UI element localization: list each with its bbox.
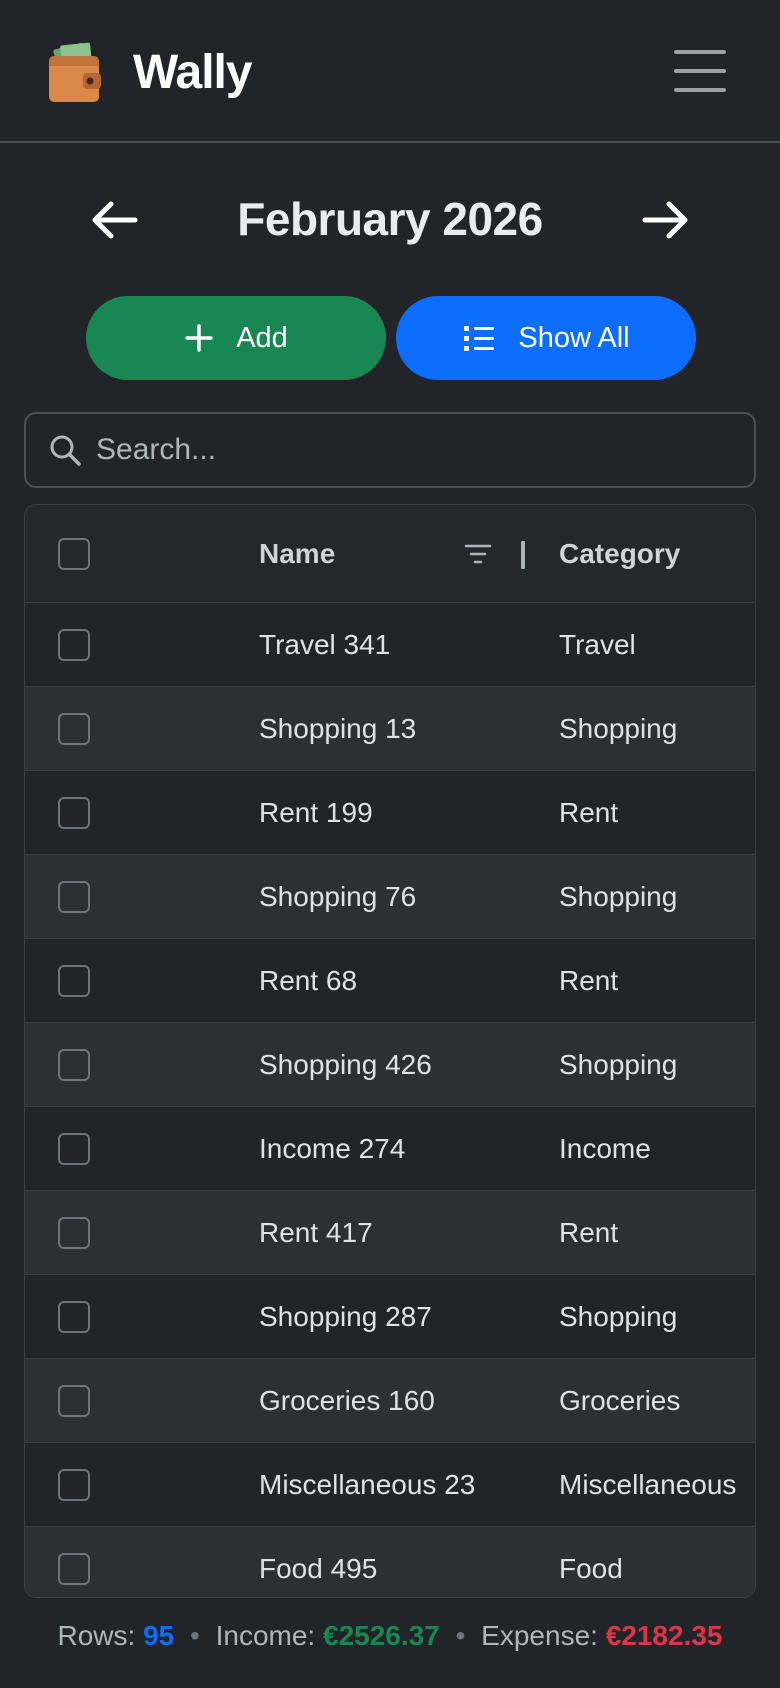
cell-category: Rent bbox=[559, 965, 619, 996]
search-icon bbox=[50, 435, 81, 466]
expense-total: €2182.35 bbox=[605, 1620, 723, 1651]
cell-category: Shopping bbox=[559, 1301, 678, 1332]
income-label: Income: bbox=[215, 1620, 316, 1651]
cell-category: Groceries bbox=[559, 1385, 681, 1416]
column-resize-handle[interactable] bbox=[521, 541, 525, 569]
row-checkbox[interactable] bbox=[58, 1385, 90, 1417]
table-row[interactable]: Food 495 Food bbox=[25, 1527, 755, 1597]
row-checkbox[interactable] bbox=[58, 629, 90, 661]
expense-label: Expense: bbox=[481, 1620, 598, 1651]
app-title: Wally bbox=[133, 45, 253, 99]
show-all-button-label: Show All bbox=[518, 321, 630, 354]
cell-category: Food bbox=[559, 1553, 623, 1584]
cell-name: Shopping 287 bbox=[259, 1301, 432, 1332]
cell-category: Miscellaneous bbox=[559, 1469, 737, 1500]
row-checkbox[interactable] bbox=[58, 1469, 90, 1501]
transactions-table: Name Category Travel 341 Travel Shopping 1… bbox=[24, 504, 756, 1598]
arrow-left-icon bbox=[92, 201, 138, 239]
row-checkbox[interactable] bbox=[58, 1553, 90, 1585]
table-row[interactable]: Shopping 426 Shopping bbox=[25, 1023, 755, 1107]
row-checkbox[interactable] bbox=[58, 1301, 90, 1333]
table-row[interactable]: Groceries 160 Groceries bbox=[25, 1359, 755, 1443]
cell-name: Rent 417 bbox=[259, 1217, 373, 1248]
navbar: Wally bbox=[0, 0, 780, 143]
search-box bbox=[24, 412, 756, 488]
next-month-button[interactable] bbox=[636, 190, 696, 250]
wallet-icon bbox=[49, 42, 101, 102]
rows-count: 95 bbox=[143, 1620, 175, 1651]
table-header-row: Name Category bbox=[25, 505, 755, 603]
previous-month-button[interactable] bbox=[84, 190, 144, 250]
month-title: February 2026 bbox=[237, 193, 543, 245]
cell-category: Shopping bbox=[559, 881, 678, 912]
select-all-checkbox[interactable] bbox=[58, 538, 90, 570]
table-row[interactable]: Travel 341 Travel bbox=[25, 603, 755, 687]
column-header-category[interactable]: Category bbox=[559, 538, 680, 570]
cell-name: Shopping 76 bbox=[259, 881, 417, 912]
row-checkbox[interactable] bbox=[58, 1049, 90, 1081]
row-checkbox[interactable] bbox=[58, 965, 90, 997]
add-button-label: Add bbox=[236, 321, 288, 354]
plus-icon bbox=[185, 324, 213, 352]
cell-category: Travel bbox=[559, 629, 636, 660]
cell-name: Groceries 160 bbox=[259, 1385, 435, 1416]
cell-category: Rent bbox=[559, 797, 619, 828]
search-input[interactable] bbox=[96, 420, 754, 480]
cell-name: Rent 199 bbox=[259, 797, 373, 828]
table-row[interactable]: Rent 199 Rent bbox=[25, 771, 755, 855]
table-row[interactable]: Income 274 Income bbox=[25, 1107, 755, 1191]
brand[interactable]: Wally bbox=[45, 40, 253, 104]
column-header-name[interactable]: Name bbox=[259, 538, 335, 570]
separator: • bbox=[190, 1620, 200, 1651]
cell-category: Income bbox=[559, 1133, 651, 1164]
cell-name: Rent 68 bbox=[259, 965, 358, 996]
row-checkbox[interactable] bbox=[58, 713, 90, 745]
summary-footer: Rows: 95 • Income: €2526.37 • Expense: €… bbox=[0, 1620, 780, 1652]
month-navigation: February 2026 bbox=[0, 180, 780, 260]
show-all-button[interactable]: Show All bbox=[396, 296, 696, 380]
cell-name: Travel 341 bbox=[259, 629, 391, 660]
list-icon bbox=[464, 326, 495, 351]
rows-label: Rows: bbox=[57, 1620, 136, 1651]
cell-name: Miscellaneous 23 bbox=[259, 1469, 476, 1500]
add-button[interactable]: Add bbox=[86, 296, 386, 380]
row-checkbox[interactable] bbox=[58, 797, 90, 829]
filter-icon[interactable] bbox=[463, 539, 493, 569]
cell-category: Rent bbox=[559, 1217, 619, 1248]
income-total: €2526.37 bbox=[323, 1620, 440, 1651]
table-row[interactable]: Shopping 76 Shopping bbox=[25, 855, 755, 939]
table-row[interactable]: Rent 68 Rent bbox=[25, 939, 755, 1023]
table-row[interactable]: Shopping 13 Shopping bbox=[25, 687, 755, 771]
separator: • bbox=[455, 1620, 466, 1651]
row-checkbox[interactable] bbox=[58, 1217, 90, 1249]
cell-name: Shopping 13 bbox=[259, 713, 417, 744]
arrow-right-icon bbox=[642, 201, 688, 239]
cell-name: Income 274 bbox=[259, 1133, 406, 1164]
menu-toggle-button[interactable] bbox=[674, 50, 726, 92]
cell-name: Shopping 426 bbox=[259, 1049, 432, 1080]
cell-name: Food 495 bbox=[259, 1553, 378, 1584]
table-row[interactable]: Shopping 287 Shopping bbox=[25, 1275, 755, 1359]
table-row[interactable]: Rent 417 Rent bbox=[25, 1191, 755, 1275]
row-checkbox[interactable] bbox=[58, 1133, 90, 1165]
row-checkbox[interactable] bbox=[58, 881, 90, 913]
cell-category: Shopping bbox=[559, 713, 678, 744]
table-row[interactable]: Miscellaneous 23 Miscellaneous bbox=[25, 1443, 755, 1527]
cell-category: Shopping bbox=[559, 1049, 678, 1080]
